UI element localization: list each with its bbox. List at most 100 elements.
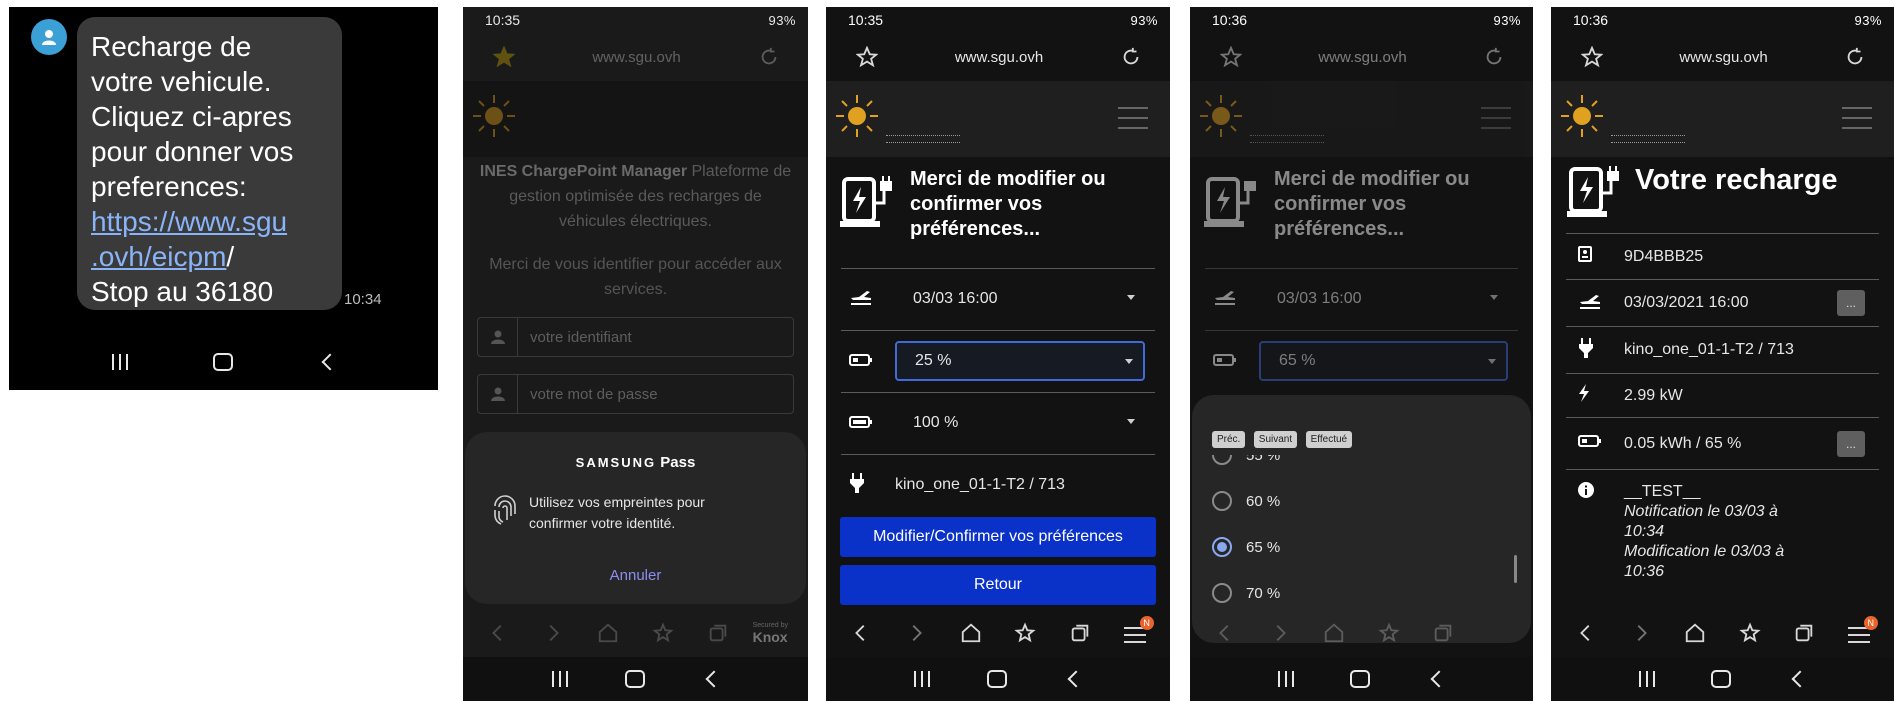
forward-arrow-icon[interactable] xyxy=(542,622,564,644)
recent-apps-icon[interactable] xyxy=(1639,671,1656,687)
picker-scrollbar[interactable] xyxy=(1514,555,1517,583)
option-item[interactable]: 70 % xyxy=(1212,583,1280,603)
message-link-cont[interactable]: .ovh/eicpm xyxy=(91,241,226,272)
home-icon[interactable] xyxy=(624,670,645,688)
contact-avatar[interactable] xyxy=(31,19,67,55)
site-header xyxy=(826,81,1170,157)
star-icon[interactable] xyxy=(1581,46,1603,68)
confirm-preferences-button[interactable]: Modifier/Confirmer vos préférences xyxy=(840,517,1156,557)
home-icon[interactable] xyxy=(1350,670,1371,688)
home-icon[interactable] xyxy=(597,622,619,644)
option-item[interactable]: 60 % xyxy=(1212,491,1280,511)
departure-row: 03/03/2021 16:00 ... xyxy=(1566,279,1879,326)
star-icon[interactable] xyxy=(856,46,878,68)
departure-select[interactable]: 03/03 16:00 xyxy=(895,279,1145,319)
battery-low-icon xyxy=(841,351,895,372)
back-icon[interactable] xyxy=(321,353,338,371)
back-icon[interactable] xyxy=(705,670,722,688)
menu-icon[interactable]: N xyxy=(1847,616,1878,643)
charger-value: kino_one_01-1-T2 / 713 xyxy=(1624,341,1794,358)
home-icon[interactable] xyxy=(1684,622,1706,644)
radio-selected-icon xyxy=(1212,537,1232,557)
url-text[interactable]: www.sgu.ovh xyxy=(592,49,680,66)
info-row: __TEST__ Notification le 03/03 à 10:34 M… xyxy=(1566,469,1879,589)
reload-icon[interactable] xyxy=(1483,46,1505,68)
tabs-icon[interactable] xyxy=(1793,622,1815,644)
reload-icon[interactable] xyxy=(1120,46,1142,68)
menu-icon[interactable]: N xyxy=(1123,616,1154,643)
departure-row: 03/03 16:00 xyxy=(1205,268,1518,329)
back-arrow-icon[interactable] xyxy=(850,622,872,644)
home-icon[interactable] xyxy=(960,622,982,644)
min-charge-select[interactable]: 25 % xyxy=(895,341,1145,381)
status-bar: 10:35 93% xyxy=(463,7,808,33)
plane-departure-icon xyxy=(1205,288,1259,311)
ines-logo[interactable] xyxy=(1198,93,1338,147)
password-field[interactable]: votre mot de passe xyxy=(477,374,794,414)
samsung-pass-title: SAMSUNG Pass xyxy=(575,454,696,471)
username-field[interactable]: votre identifiant xyxy=(477,317,794,357)
option-item[interactable]: 55 % xyxy=(1212,455,1280,465)
forward-arrow-icon[interactable] xyxy=(1630,622,1652,644)
star-icon[interactable] xyxy=(1220,46,1242,68)
tabs-icon[interactable] xyxy=(1432,622,1454,644)
ines-logo[interactable] xyxy=(471,93,611,147)
menu-icon[interactable] xyxy=(1118,107,1148,129)
battery-level: 93% xyxy=(768,12,796,28)
recent-apps-icon[interactable] xyxy=(551,671,568,687)
battery-level: 93% xyxy=(1854,12,1882,28)
ines-logo[interactable] xyxy=(834,93,974,147)
battery-low-icon xyxy=(1205,351,1259,372)
cancel-button[interactable]: Annuler xyxy=(465,567,806,584)
home-icon[interactable] xyxy=(1323,622,1345,644)
menu-icon[interactable] xyxy=(1481,107,1511,129)
url-text[interactable]: www.sgu.ovh xyxy=(1318,49,1406,66)
ev-charger-icon xyxy=(840,176,892,227)
departure-select[interactable]: 03/03 16:00 xyxy=(1259,279,1508,319)
edit-energy-button[interactable]: ... xyxy=(1837,430,1865,457)
reload-icon[interactable] xyxy=(1844,46,1866,68)
tabs-icon[interactable] xyxy=(707,622,729,644)
min-charge-select[interactable]: 65 % xyxy=(1259,341,1508,381)
back-icon[interactable] xyxy=(1067,670,1085,688)
ines-logo[interactable] xyxy=(1559,93,1699,147)
page-title: Merci de modifier ou confirmer vos préfé… xyxy=(1274,168,1470,240)
star-icon[interactable] xyxy=(493,46,515,68)
back-arrow-icon[interactable] xyxy=(1214,622,1236,644)
back-button[interactable]: Retour xyxy=(840,565,1156,605)
next-button[interactable]: Suivant xyxy=(1253,431,1298,448)
reload-icon[interactable] xyxy=(758,46,780,68)
back-icon[interactable] xyxy=(1791,670,1809,688)
option-item-selected[interactable]: 65 % xyxy=(1212,537,1280,557)
message-link[interactable]: https://www.sgu xyxy=(91,204,328,239)
previous-button[interactable]: Préc. xyxy=(1212,431,1246,448)
bookmark-star-icon[interactable] xyxy=(1739,622,1761,644)
home-icon[interactable] xyxy=(212,353,233,371)
edit-departure-button[interactable]: ... xyxy=(1837,290,1865,316)
message-bubble[interactable]: Recharge de votre vehicule. Cliquez ci-a… xyxy=(77,17,342,310)
target-charge-select[interactable]: 100 % xyxy=(895,403,1145,443)
tabs-icon[interactable] xyxy=(1069,622,1091,644)
bookmark-star-icon[interactable] xyxy=(1378,622,1400,644)
home-icon[interactable] xyxy=(986,670,1007,688)
url-text[interactable]: www.sgu.ovh xyxy=(955,49,1043,66)
bookmark-star-icon[interactable] xyxy=(1014,622,1036,644)
url-text[interactable]: www.sgu.ovh xyxy=(1679,49,1767,66)
back-icon[interactable] xyxy=(1430,670,1448,688)
recent-apps-icon[interactable] xyxy=(1278,671,1295,687)
home-icon[interactable] xyxy=(1711,670,1732,688)
menu-icon[interactable] xyxy=(1842,107,1872,129)
forward-arrow-icon[interactable] xyxy=(1269,622,1291,644)
recent-apps-icon[interactable] xyxy=(914,671,931,687)
back-arrow-icon[interactable] xyxy=(487,622,509,644)
forward-arrow-icon[interactable] xyxy=(905,622,927,644)
recent-apps-icon[interactable] xyxy=(111,354,128,370)
person-icon xyxy=(42,30,56,45)
system-nav-bar xyxy=(1551,657,1894,701)
battery-level: 93% xyxy=(1493,12,1521,28)
back-arrow-icon[interactable] xyxy=(1575,622,1597,644)
done-button[interactable]: Effectué xyxy=(1305,431,1353,448)
sms-screen: Recharge de votre vehicule. Cliquez ci-a… xyxy=(9,7,438,390)
bookmark-star-icon[interactable] xyxy=(652,622,674,644)
brand-name: INES ChargePoint Manager xyxy=(479,163,688,180)
